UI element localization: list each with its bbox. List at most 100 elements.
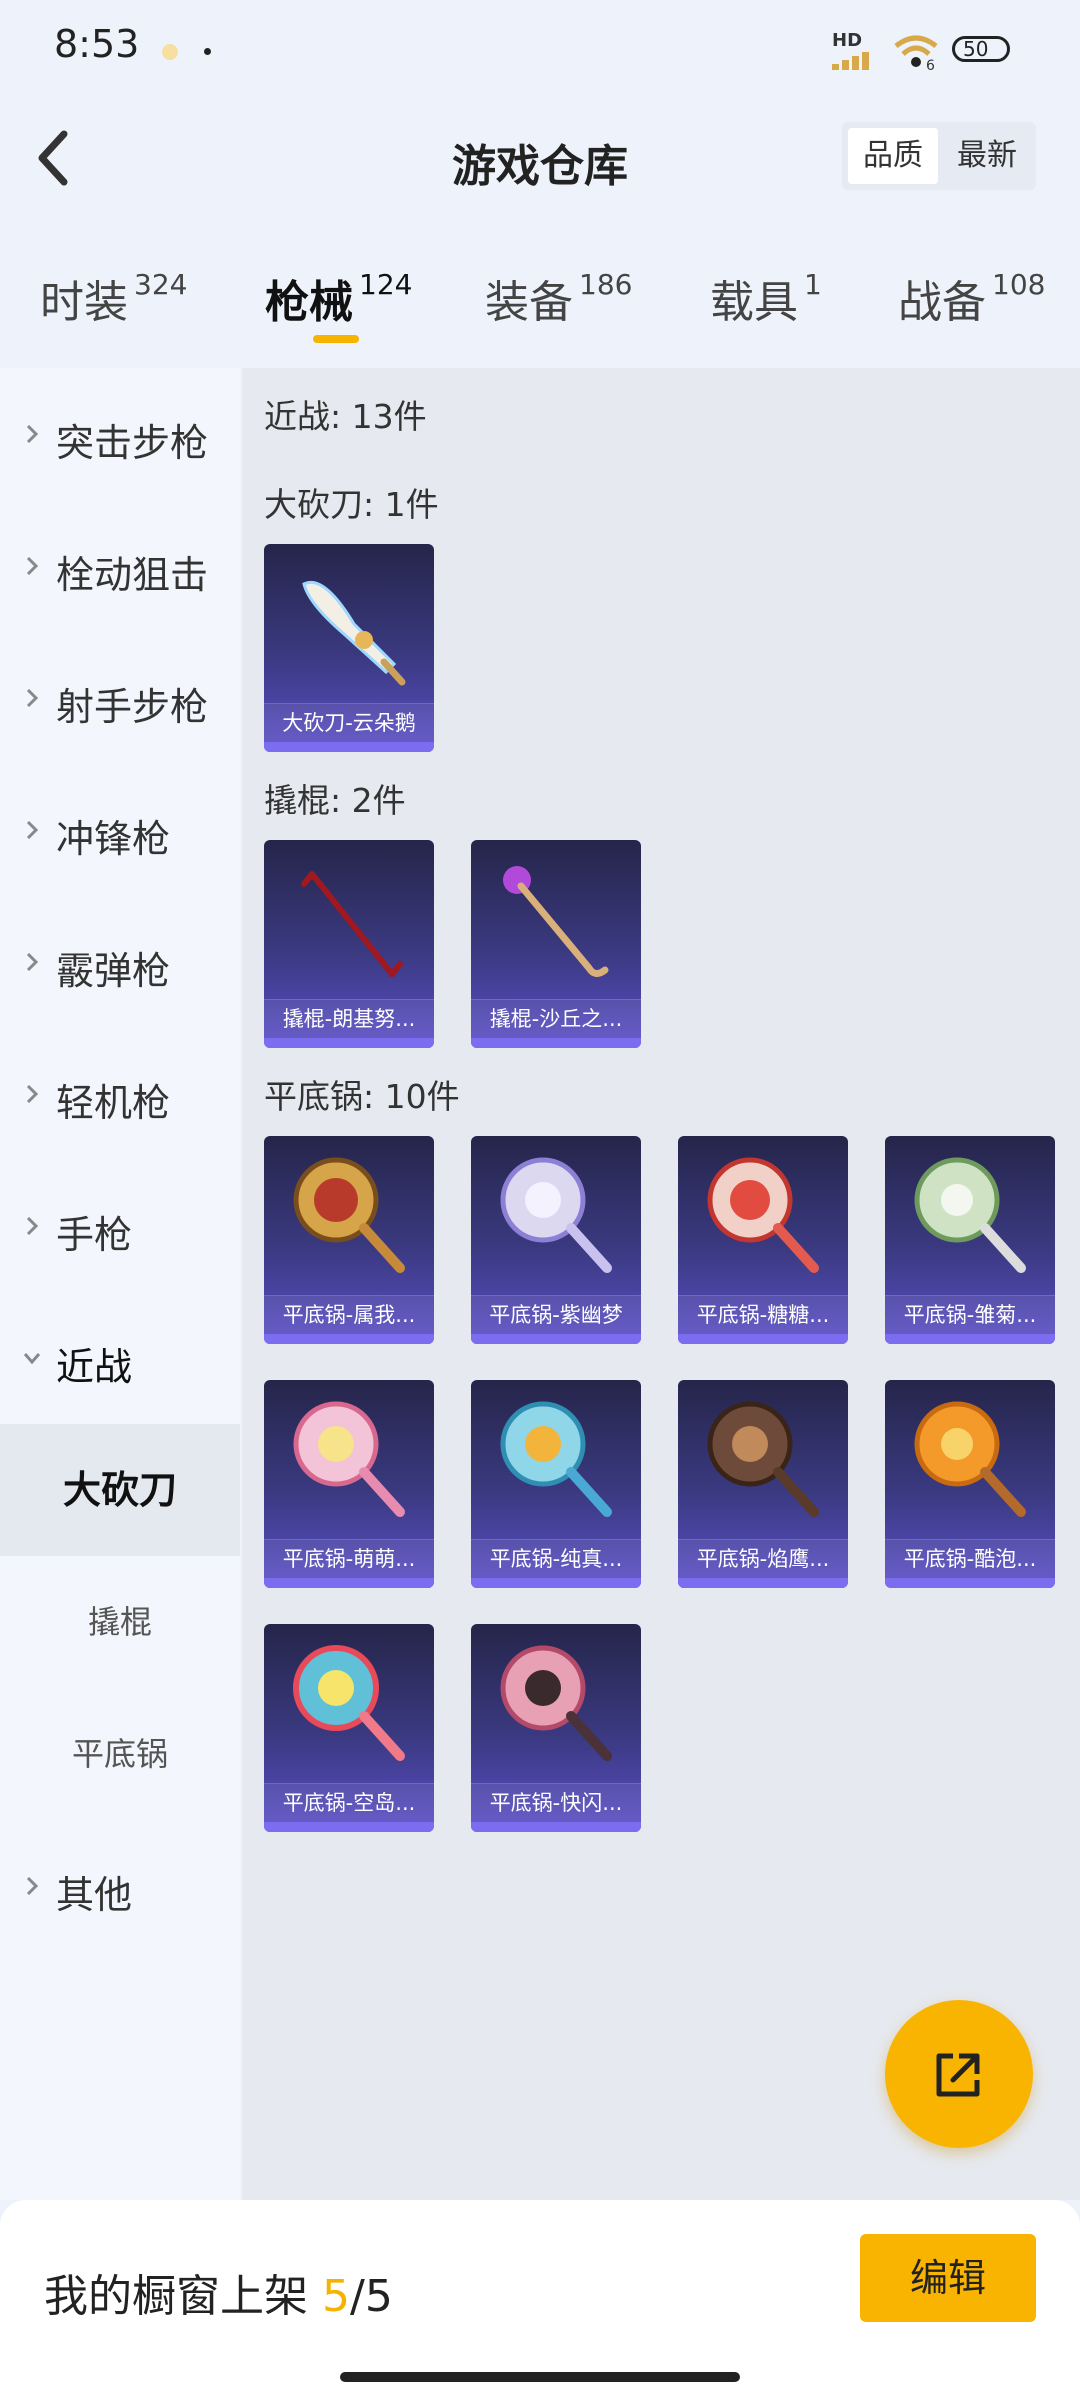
chevron-right-icon	[26, 424, 39, 444]
tab-count: 1	[804, 268, 822, 301]
signal-icon	[832, 52, 869, 70]
tab-label: 战备	[898, 277, 986, 328]
sidebar-item-lmg[interactable]: 轻机枪	[0, 1028, 240, 1160]
status-bar: 8:53 HD 6 50	[0, 0, 1080, 100]
sidebar-item-assault-rifle[interactable]: 突击步枪	[0, 368, 240, 500]
crowbar-icon	[301, 871, 403, 977]
item-name: 大砍刀-云朵鹅	[264, 703, 434, 742]
sidebar-item-shotgun[interactable]: 霰弹枪	[0, 896, 240, 1028]
sidebar-item-marksman-rifle[interactable]: 射手步枪	[0, 632, 240, 764]
battery-icon: 50	[952, 36, 1010, 62]
tab-guns[interactable]: 枪械 124	[265, 266, 412, 330]
pan-icon	[914, 1401, 1026, 1517]
pan-icon	[500, 1401, 612, 1517]
chevron-right-icon	[26, 1216, 39, 1236]
tab-count: 124	[359, 268, 413, 301]
item-grid-panel[interactable]: 近战: 13件 大砍刀: 1件 大砍刀-云朵鹅 撬棍: 2件 撬棍-朗基努...…	[242, 368, 1080, 2200]
pan-icon	[707, 1401, 819, 1517]
tab-fashion[interactable]: 时装 324	[40, 266, 187, 330]
sidebar-item-other[interactable]: 其他	[0, 1820, 240, 1952]
tab-supplies[interactable]: 战备 108	[898, 266, 1045, 330]
item-card[interactable]: 平底锅-焰鹰...	[678, 1380, 848, 1588]
sidebar-sub-machete[interactable]: 大砍刀	[0, 1424, 240, 1556]
rarity-strip	[885, 1334, 1055, 1344]
sort-newest-button[interactable]: 最新	[942, 128, 1032, 184]
chevron-right-icon	[26, 1876, 39, 1896]
pan-icon	[500, 1645, 612, 1761]
rarity-strip	[264, 1038, 434, 1048]
tab-count: 186	[579, 268, 633, 301]
sidebar-item-bolt-sniper[interactable]: 栓动狙击	[0, 500, 240, 632]
tab-label: 时装	[40, 277, 128, 328]
sort-quality-button[interactable]: 品质	[848, 128, 938, 184]
sidebar-item-smg[interactable]: 冲锋枪	[0, 764, 240, 896]
tab-label: 装备	[485, 277, 573, 328]
section-title: 近战: 13件	[264, 397, 427, 436]
active-tab-indicator	[313, 335, 359, 343]
item-card[interactable]: 平底锅-空岛...	[264, 1624, 434, 1832]
item-card[interactable]: 平底锅-酷泡...	[885, 1380, 1055, 1588]
chevron-right-icon	[26, 1084, 39, 1104]
hd-label: HD	[832, 30, 863, 51]
group-title-machete: 大砍刀: 1件	[264, 485, 439, 524]
sidebar-sub-pan[interactable]: 平底锅	[0, 1688, 240, 1820]
share-fab-button[interactable]	[885, 2000, 1033, 2148]
sort-toggle: 品质 最新	[842, 122, 1036, 190]
showcase-label: 我的橱窗上架 5/5	[44, 2260, 393, 2324]
item-name: 平底锅-快闪...	[471, 1783, 641, 1822]
item-card[interactable]: 平底锅-萌萌...	[264, 1380, 434, 1588]
tab-count: 108	[992, 268, 1046, 301]
sidebar-item-pistol[interactable]: 手枪	[0, 1160, 240, 1292]
rarity-strip	[471, 1334, 641, 1344]
item-card[interactable]: 撬棍-朗基努...	[264, 840, 434, 1048]
chevron-right-icon	[26, 820, 39, 840]
battery-level: 50	[963, 37, 989, 61]
chevron-down-icon	[23, 1353, 41, 1365]
item-card[interactable]: 平底锅-快闪...	[471, 1624, 641, 1832]
tab-label: 枪械	[265, 277, 353, 328]
rarity-strip	[264, 742, 434, 752]
sidebar: 突击步枪 栓动狙击 射手步枪 冲锋枪 霰弹枪 轻机枪 手枪 近战 大砍刀 撬棍 …	[0, 368, 240, 2200]
tab-equipment[interactable]: 装备 186	[485, 266, 632, 330]
rarity-strip	[264, 1578, 434, 1588]
item-name: 平底锅-焰鹰...	[678, 1539, 848, 1578]
item-name: 撬棍-沙丘之...	[471, 999, 641, 1038]
rarity-strip	[471, 1822, 641, 1832]
rarity-strip	[471, 1038, 641, 1048]
item-name: 平底锅-空岛...	[264, 1783, 434, 1822]
sidebar-item-melee[interactable]: 近战	[0, 1292, 240, 1424]
sidebar-item-label: 射手步枪	[56, 685, 209, 729]
item-name: 平底锅-萌萌...	[264, 1539, 434, 1578]
sidebar-item-label: 其他	[56, 1873, 133, 1917]
item-card[interactable]: 平底锅-属我...	[264, 1136, 434, 1344]
pan-icon	[293, 1157, 405, 1273]
group-title-crowbar: 撬棍: 2件	[264, 781, 406, 820]
pan-icon	[500, 1157, 612, 1273]
item-card[interactable]: 平底锅-紫幽梦	[471, 1136, 641, 1344]
item-card[interactable]: 大砍刀-云朵鹅	[264, 544, 434, 752]
item-name: 平底锅-酷泡...	[885, 1539, 1055, 1578]
item-card[interactable]: 平底锅-雏菊...	[885, 1136, 1055, 1344]
home-indicator[interactable]	[340, 2372, 740, 2382]
pan-icon	[707, 1157, 819, 1273]
tab-label: 载具	[710, 277, 798, 328]
pan-icon	[293, 1645, 405, 1761]
chevron-right-icon	[26, 688, 39, 708]
showcase-text: 我的橱窗上架	[44, 2271, 308, 2322]
category-tabs: 时装 324 枪械 124 装备 186 载具 1 战备 108	[0, 240, 1080, 350]
item-name: 平底锅-雏菊...	[885, 1295, 1055, 1334]
edit-button[interactable]: 编辑	[860, 2234, 1036, 2322]
notification-dot-small	[204, 48, 211, 55]
sidebar-item-label: 轻机枪	[56, 1081, 171, 1125]
tab-vehicles[interactable]: 载具 1	[710, 266, 822, 330]
rarity-strip	[885, 1578, 1055, 1588]
item-card[interactable]: 平底锅-纯真...	[471, 1380, 641, 1588]
item-card[interactable]: 平底锅-糖糖...	[678, 1136, 848, 1344]
item-card[interactable]: 撬棍-沙丘之...	[471, 840, 641, 1048]
sidebar-sub-crowbar[interactable]: 撬棍	[0, 1556, 240, 1688]
item-name: 平底锅-糖糖...	[678, 1295, 848, 1334]
sidebar-item-label: 手枪	[56, 1213, 133, 1257]
sidebar-item-label: 突击步枪	[56, 421, 209, 465]
status-time: 8:53	[54, 22, 140, 66]
rarity-strip	[264, 1334, 434, 1344]
